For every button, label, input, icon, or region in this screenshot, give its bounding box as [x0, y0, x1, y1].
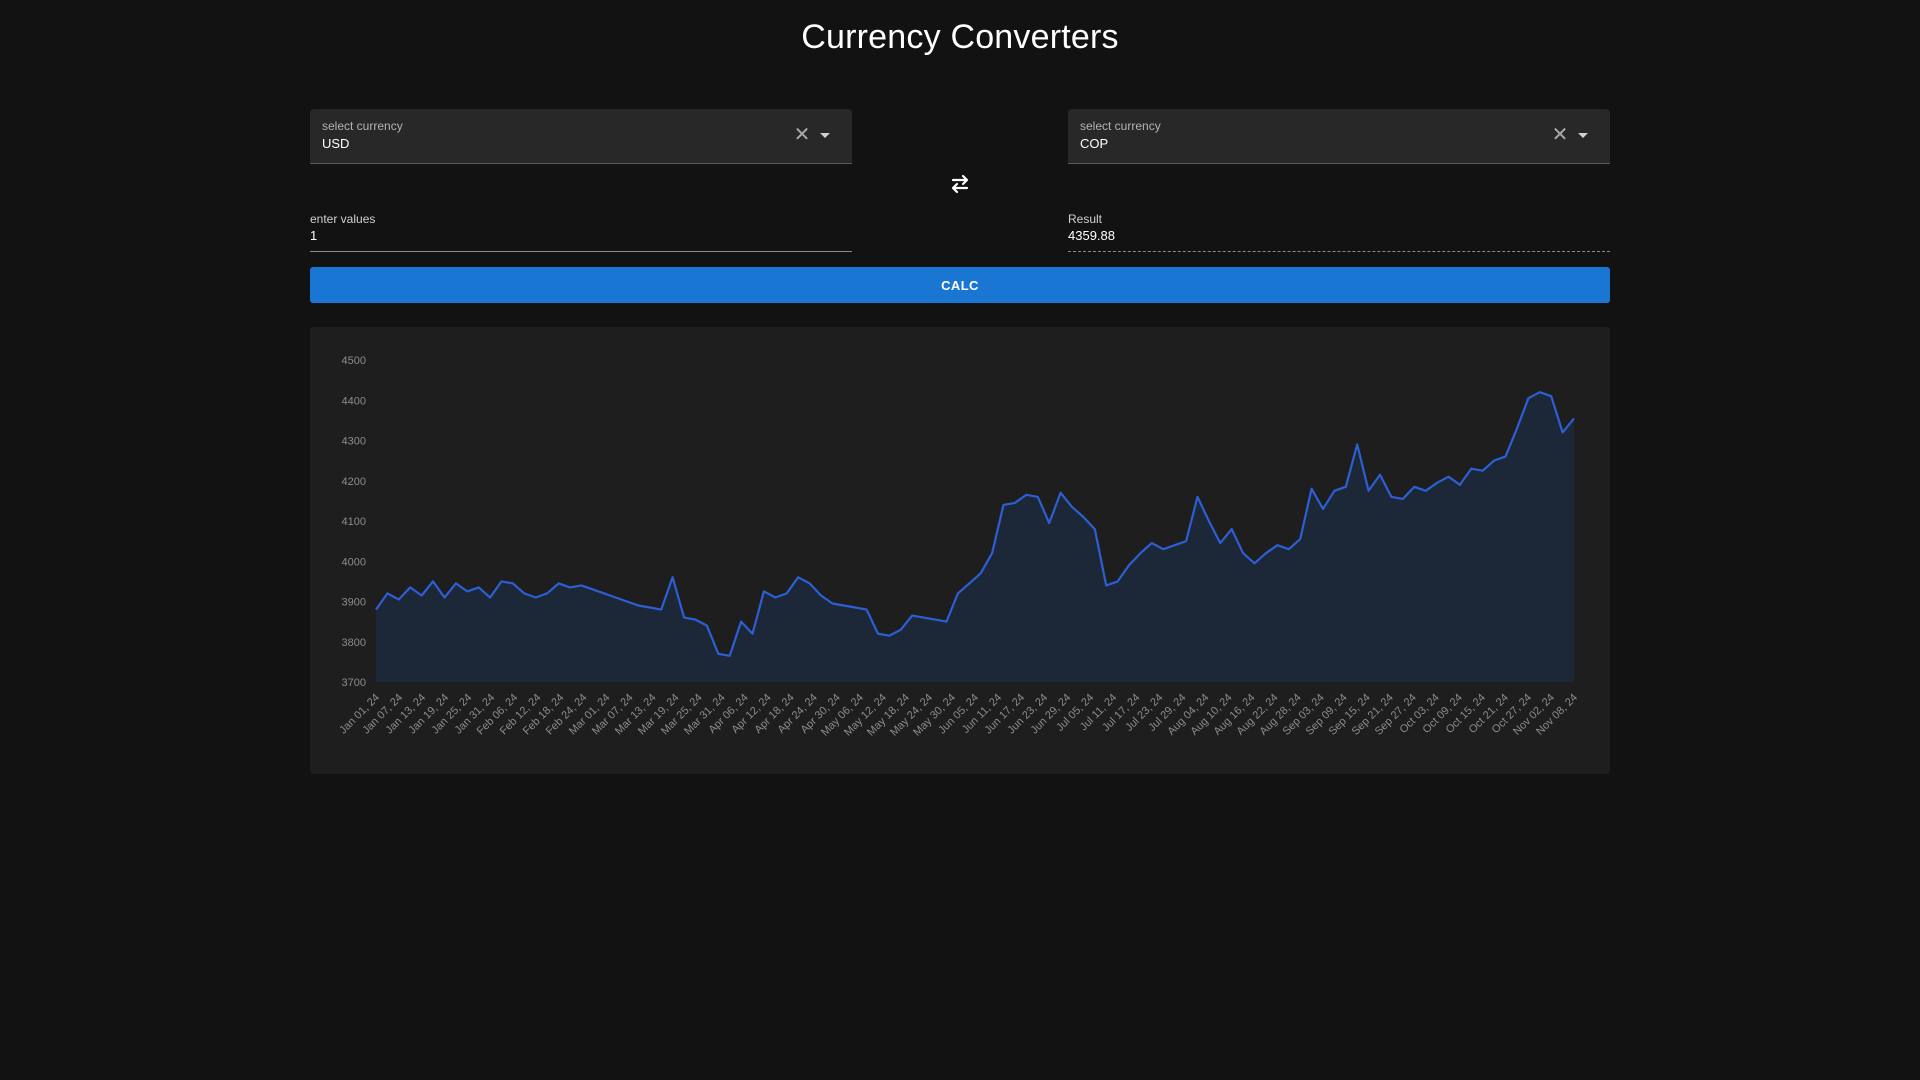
y-tick-label: 4100	[342, 516, 366, 528]
to-currency-label: select currency	[1080, 119, 1161, 133]
swap-row	[310, 164, 1610, 204]
page-title: Currency Converters	[801, 18, 1119, 56]
close-icon[interactable]: ✕	[792, 125, 812, 145]
exchange-rate-chart: 3700 3800 3900 4000 4100 4200 4300 4400 4500 Jan …	[310, 327, 1610, 774]
amount-field[interactable]: enter values	[310, 204, 852, 252]
series-area	[376, 392, 1574, 682]
y-tick-label: 4400	[342, 395, 366, 407]
currency-select-row: select currency USD ✕ select currency CO…	[310, 109, 1610, 164]
amount-label: enter values	[310, 212, 376, 226]
result-label: Result	[1068, 212, 1103, 226]
result-value: 4359.88	[1068, 228, 1115, 243]
value-row: enter values Result 4359.88	[310, 204, 1610, 252]
to-currency-select[interactable]: select currency COP ✕	[1068, 109, 1610, 164]
swap-horizontal-icon[interactable]	[944, 168, 976, 200]
chart-svg: 370038003900400041004200430044004500Jan …	[337, 355, 1580, 739]
amount-input[interactable]	[310, 228, 810, 243]
result-field: Result 4359.88	[1068, 204, 1610, 252]
from-currency-label: select currency	[322, 119, 403, 133]
y-tick-label: 3700	[342, 677, 366, 689]
currency-converter-page: Currency Converters select currency USD …	[0, 0, 1920, 1080]
y-tick-label: 3800	[342, 637, 366, 649]
from-currency-select[interactable]: select currency USD ✕	[310, 109, 852, 164]
converter-form: select currency USD ✕ select currency CO…	[310, 109, 1610, 774]
y-tick-label: 4200	[342, 476, 366, 488]
y-tick-label: 4300	[342, 436, 366, 448]
close-icon[interactable]: ✕	[1550, 125, 1570, 145]
to-currency-value[interactable]: COP	[1080, 136, 1108, 151]
from-currency-value[interactable]: USD	[322, 136, 349, 151]
y-tick-label: 4000	[342, 556, 366, 568]
y-tick-label: 4500	[342, 355, 366, 367]
arrow-drop-down-icon[interactable]	[815, 125, 835, 145]
arrow-drop-down-icon[interactable]	[1573, 125, 1593, 145]
calc-button[interactable]: CALC	[310, 267, 1610, 303]
y-tick-label: 3900	[342, 597, 366, 609]
